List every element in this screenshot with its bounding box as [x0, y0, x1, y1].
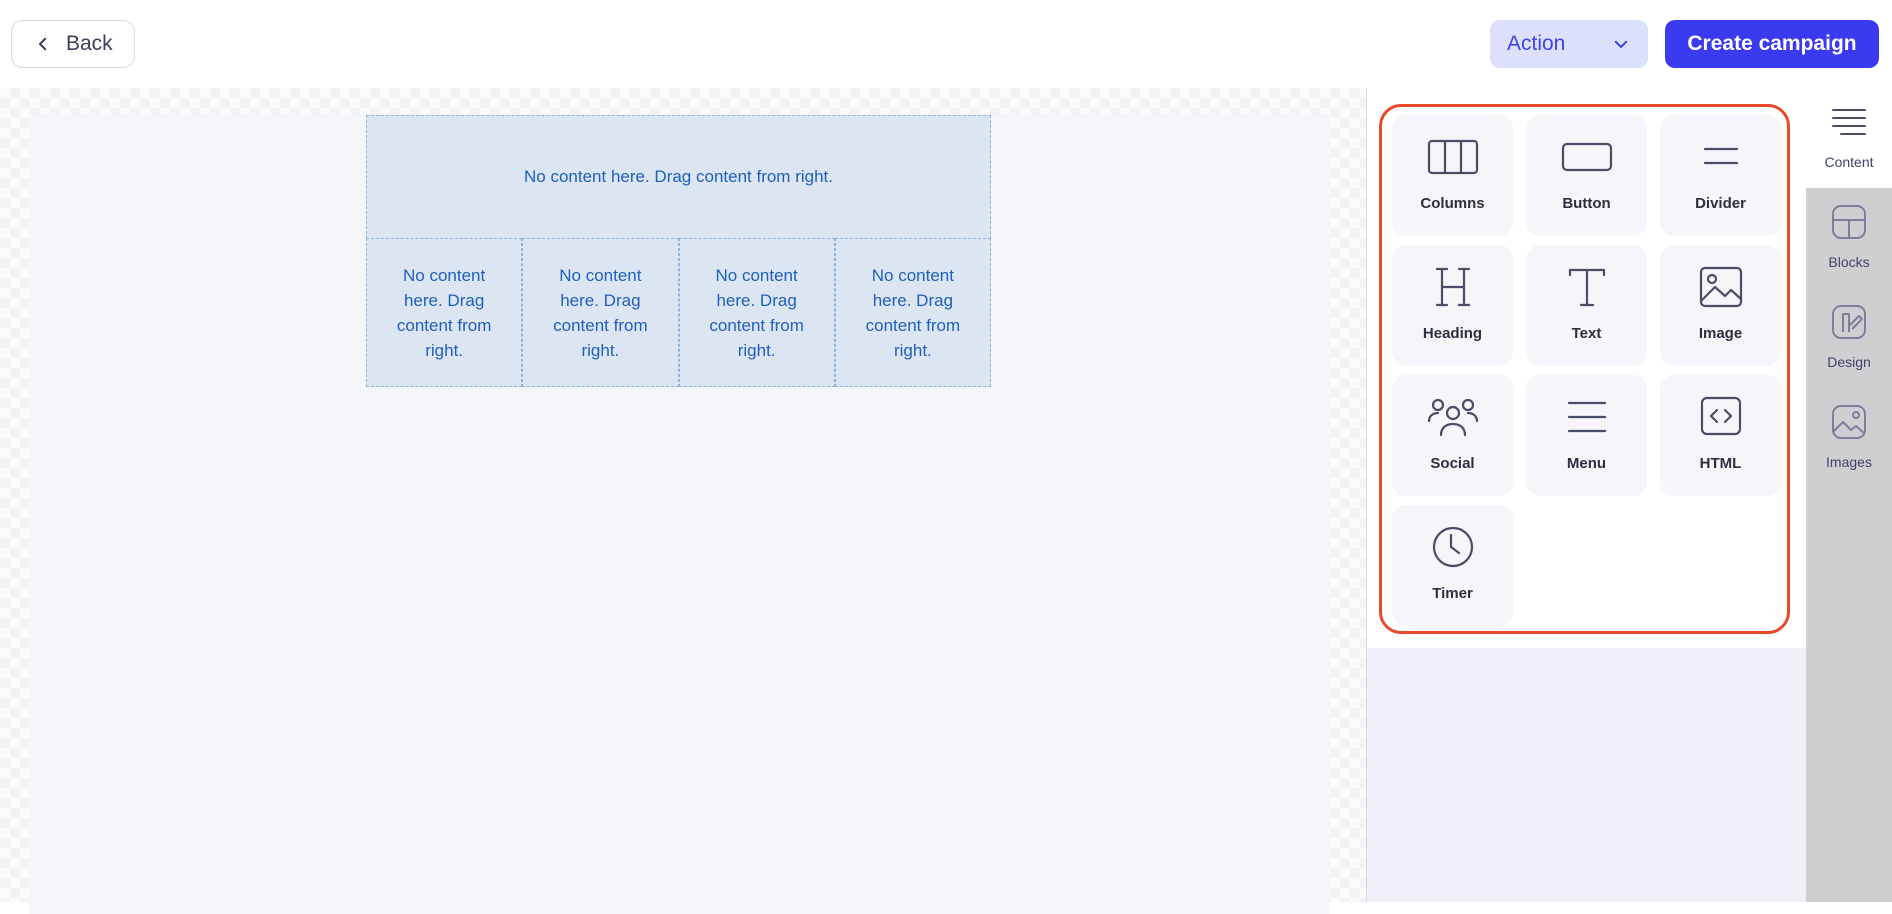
tab-label: Blocks [1828, 254, 1870, 270]
tool-social[interactable]: Social [1392, 375, 1513, 496]
back-button[interactable]: Back [11, 20, 135, 68]
create-campaign-button[interactable]: Create campaign [1665, 20, 1879, 68]
tool-html[interactable]: HTML [1660, 375, 1781, 496]
images-icon [1832, 405, 1866, 439]
tab-design[interactable]: Design [1806, 288, 1892, 388]
image-icon [1699, 266, 1742, 308]
columns-row: No content here. Drag content from right… [366, 238, 991, 387]
tool-label: Social [1430, 455, 1475, 472]
back-label: Back [66, 32, 113, 55]
heading-icon [1435, 267, 1470, 307]
chevron-down-icon [1614, 40, 1628, 48]
drop-zone-text: No content here. Drag content from right… [524, 167, 833, 186]
drop-zone-text: No content here. Drag content from right… [865, 265, 961, 360]
active-tab-pointer [1798, 124, 1807, 144]
tool-divider[interactable]: Divider [1660, 115, 1781, 236]
content-tools-grid: Columns Button Divider Heading Text Imag… [1392, 115, 1782, 626]
tab-label: Images [1826, 454, 1872, 470]
tool-label: Divider [1695, 195, 1746, 212]
tool-label: Image [1698, 325, 1743, 342]
drop-zone-column-3[interactable]: No content here. Drag content from right… [678, 238, 835, 387]
tab-images[interactable]: Images [1806, 388, 1892, 488]
drop-zone-column-1[interactable]: No content here. Drag content from right… [366, 238, 523, 387]
drop-zone-text: No content here. Drag content from right… [396, 265, 492, 360]
drop-zone-full-row[interactable]: No content here. Drag content from right… [366, 115, 991, 239]
action-dropdown[interactable]: Action [1490, 20, 1648, 68]
divider-icon [1703, 147, 1738, 165]
design-icon [1832, 305, 1866, 339]
text-icon [1568, 268, 1605, 307]
tool-timer[interactable]: Timer [1392, 505, 1513, 626]
tab-blocks[interactable]: Blocks [1806, 188, 1892, 288]
drop-zone-text: No content here. Drag content from right… [553, 265, 648, 360]
social-icon [1427, 398, 1478, 437]
tool-text[interactable]: Text [1526, 245, 1647, 366]
html-icon [1700, 396, 1741, 436]
tab-content[interactable]: Content [1806, 88, 1892, 188]
columns-icon [1427, 139, 1478, 175]
action-label: Action [1507, 32, 1566, 55]
drop-zone-text: No content here. Drag content from right… [709, 265, 804, 360]
tool-label: Text [1571, 325, 1602, 342]
menu-icon [1567, 401, 1606, 433]
tool-label: Timer [1432, 585, 1473, 602]
tab-label: Design [1827, 354, 1871, 370]
tool-label: Button [1562, 195, 1611, 212]
drop-zone-column-4[interactable]: No content here. Drag content from right… [834, 238, 991, 387]
button-icon [1561, 142, 1612, 172]
tool-label: Menu [1566, 455, 1607, 472]
tool-image[interactable]: Image [1660, 245, 1781, 366]
content-icon [1832, 109, 1866, 135]
tool-label: Columns [1420, 195, 1485, 212]
blocks-icon [1832, 205, 1866, 239]
tab-label: Content [1824, 154, 1874, 170]
tool-columns[interactable]: Columns [1392, 115, 1513, 236]
tool-menu[interactable]: Menu [1526, 375, 1647, 496]
timer-icon [1432, 526, 1473, 568]
chevron-left-icon [39, 37, 47, 51]
side-tab-bar: Content Blocks Design Images [1806, 88, 1892, 902]
tool-heading[interactable]: Heading [1392, 245, 1513, 366]
tool-label: HTML [1699, 455, 1742, 472]
drop-zone-column-2[interactable]: No content here. Drag content from right… [522, 238, 679, 387]
content-panel: Columns Button Divider Heading Text Imag… [1366, 88, 1807, 902]
tool-button[interactable]: Button [1526, 115, 1647, 236]
content-tools-area: Columns Button Divider Heading Text Imag… [1367, 88, 1807, 648]
tool-label: Heading [1422, 325, 1483, 342]
top-bar: Back Action Create campaign [0, 0, 1892, 88]
